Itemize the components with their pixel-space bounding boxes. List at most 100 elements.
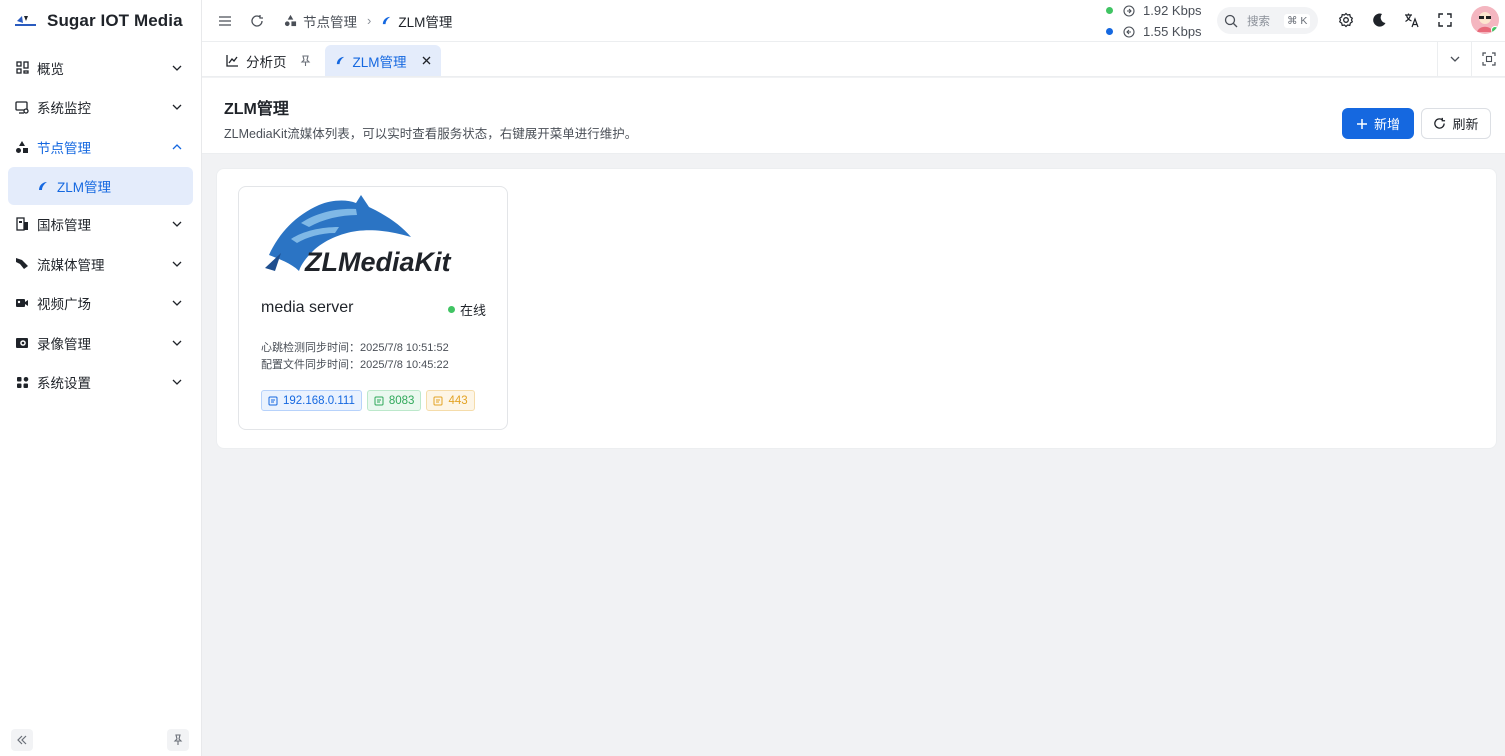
status-badge: 在线 [447, 300, 486, 319]
logo-wordmark: ZLMediaKit [304, 247, 452, 277]
status-dot [447, 306, 455, 313]
http-port-tag: 8083 [366, 390, 422, 411]
page-header: ZLM管理 ZLMediaKit流媒体列表，可以实时查看服务状态，右键展开菜单进… [202, 78, 1505, 154]
status-dot [1106, 7, 1113, 14]
chevron-down-icon [172, 261, 182, 267]
sidebar-subitem-zlm[interactable]: ZLM管理 [8, 166, 193, 205]
upload-icon [1123, 4, 1135, 17]
sidebar-item-label: 系统设置 [37, 376, 91, 392]
search-shortcut: ⌘ K [1284, 13, 1311, 28]
breadcrumb: 节点管理 › ZLM管理 [284, 11, 452, 31]
refresh-icon [251, 14, 263, 27]
menu-toggle-button[interactable] [216, 12, 234, 30]
hamburger-icon [219, 15, 231, 26]
server-name: media server [261, 299, 354, 316]
server-meta: 心跳检测同步时间：2025/7/8 10:51:52 配置文件同步时间：2025… [261, 340, 449, 374]
monitor-icon [15, 100, 29, 114]
page-description: ZLMediaKit流媒体列表，可以实时查看服务状态，右键展开菜单进行维护。 [224, 127, 638, 141]
download-speed: 1.55 Kbps [1143, 24, 1202, 39]
chevron-down-icon [172, 300, 182, 307]
download-speed-row: 1.55 Kbps [1106, 21, 1210, 42]
breadcrumb-parent[interactable]: 节点管理 [303, 11, 357, 31]
tab-zlm[interactable]: ZLM管理 [324, 45, 441, 76]
double-chevron-left-icon [17, 735, 27, 745]
refresh-icon [1434, 117, 1446, 129]
document-icon [374, 396, 384, 405]
search-input[interactable]: 搜索 ⌘ K [1217, 7, 1318, 34]
tab-analysis[interactable]: 分析页 [216, 45, 321, 76]
sidebar-item-settings[interactable]: 系统设置 [0, 363, 201, 403]
download-icon [1123, 25, 1135, 38]
maximize-icon [1481, 52, 1496, 66]
theme-toggle-button[interactable] [1370, 11, 1388, 29]
upload-speed-row: 1.92 Kbps [1106, 0, 1210, 21]
sidebar-item-overview[interactable]: 概览 [0, 48, 201, 88]
chevron-down-icon [172, 379, 182, 386]
header-actions [1337, 11, 1454, 29]
stream-icon [15, 257, 29, 271]
gear-icon [1338, 12, 1354, 28]
tabs-more-button[interactable] [1437, 42, 1471, 76]
server-card[interactable]: ZLMediaKit media server 在线 心跳检测同步时间：2025… [238, 186, 508, 430]
plus-icon [1356, 118, 1367, 129]
settings-grid-icon [15, 375, 29, 389]
refresh-button-label: 刷新 [1452, 117, 1479, 132]
add-button[interactable]: 新增 [1342, 108, 1414, 139]
chevron-down-icon [172, 340, 182, 346]
tab-label: 分析页 [246, 54, 287, 70]
app-title: Sugar IOT Media [47, 10, 183, 30]
reload-button[interactable] [248, 12, 266, 30]
chevron-down-icon [1450, 56, 1459, 62]
document-icon [433, 396, 443, 405]
sidebar-item-label: 录像管理 [37, 336, 91, 352]
chevron-up-icon [172, 143, 182, 150]
add-button-label: 新增 [1373, 117, 1400, 132]
sidebar-item-video[interactable]: 视频广场 [0, 284, 201, 324]
breadcrumb-separator: › [367, 13, 372, 28]
breadcrumb-current: ZLM管理 [398, 14, 453, 30]
video-icon [15, 296, 29, 310]
sidebar: Sugar IOT Media 概览 系统监控 节点管理 ZLM管理 国标管理 … [0, 0, 202, 756]
sidebar-item-nodes[interactable]: 节点管理 [0, 127, 201, 167]
sidebar-item-label: 概览 [37, 61, 64, 77]
refresh-button[interactable]: 刷新 [1421, 108, 1491, 139]
sidebar-footer [11, 729, 189, 751]
brand[interactable]: Sugar IOT Media [0, 0, 201, 41]
tab-label: ZLM管理 [352, 54, 407, 70]
page-title: ZLM管理 [224, 101, 289, 118]
preferences-button[interactable] [1337, 11, 1355, 29]
top-header: 节点管理 › ZLM管理 1.92 Kbps 1.55 Kbps 搜索 ⌘ K [202, 0, 1505, 42]
chart-icon [226, 55, 238, 67]
sidebar-subitem-label: ZLM管理 [57, 179, 111, 195]
record-icon [15, 336, 29, 350]
moon-icon [1373, 13, 1386, 27]
status-label: 在线 [459, 303, 486, 318]
sidebar-item-label: 视频广场 [37, 297, 91, 313]
fullscreen-icon [1438, 13, 1452, 27]
logo-icon [15, 15, 36, 26]
building-icon [15, 217, 29, 231]
https-port-tag: 443 [426, 390, 475, 411]
avatar[interactable] [1471, 6, 1499, 34]
sidebar-item-gb[interactable]: 国标管理 [0, 205, 201, 245]
sidebar-item-stream[interactable]: 流媒体管理 [0, 244, 201, 284]
network-speed: 1.92 Kbps 1.55 Kbps [1106, 0, 1210, 42]
server-tags: 192.168.0.111 8083 443 [261, 390, 475, 411]
collapse-sidebar-button[interactable] [11, 729, 33, 751]
close-icon[interactable] [422, 56, 431, 65]
language-button[interactable] [1403, 11, 1421, 29]
chevron-down-icon [172, 104, 182, 111]
ip-tag: 192.168.0.111 [261, 390, 362, 411]
tabs-maximize-button[interactable] [1471, 42, 1505, 76]
sidebar-item-record[interactable]: 录像管理 [0, 323, 201, 363]
pin-sidebar-button[interactable] [167, 729, 189, 751]
pin-icon[interactable] [300, 54, 311, 67]
status-dot [1106, 28, 1113, 35]
sidebar-item-monitor[interactable]: 系统监控 [0, 88, 201, 128]
nodes-icon [284, 14, 297, 27]
fullscreen-button[interactable] [1436, 11, 1454, 29]
zlmediakit-logo: ZLMediaKit [265, 195, 452, 277]
ip-value: 192.168.0.111 [283, 394, 355, 407]
sidebar-menu: 概览 系统监控 节点管理 ZLM管理 国标管理 流媒体管理 视频广场 录像管理 … [0, 48, 201, 402]
pin-icon [173, 734, 183, 745]
